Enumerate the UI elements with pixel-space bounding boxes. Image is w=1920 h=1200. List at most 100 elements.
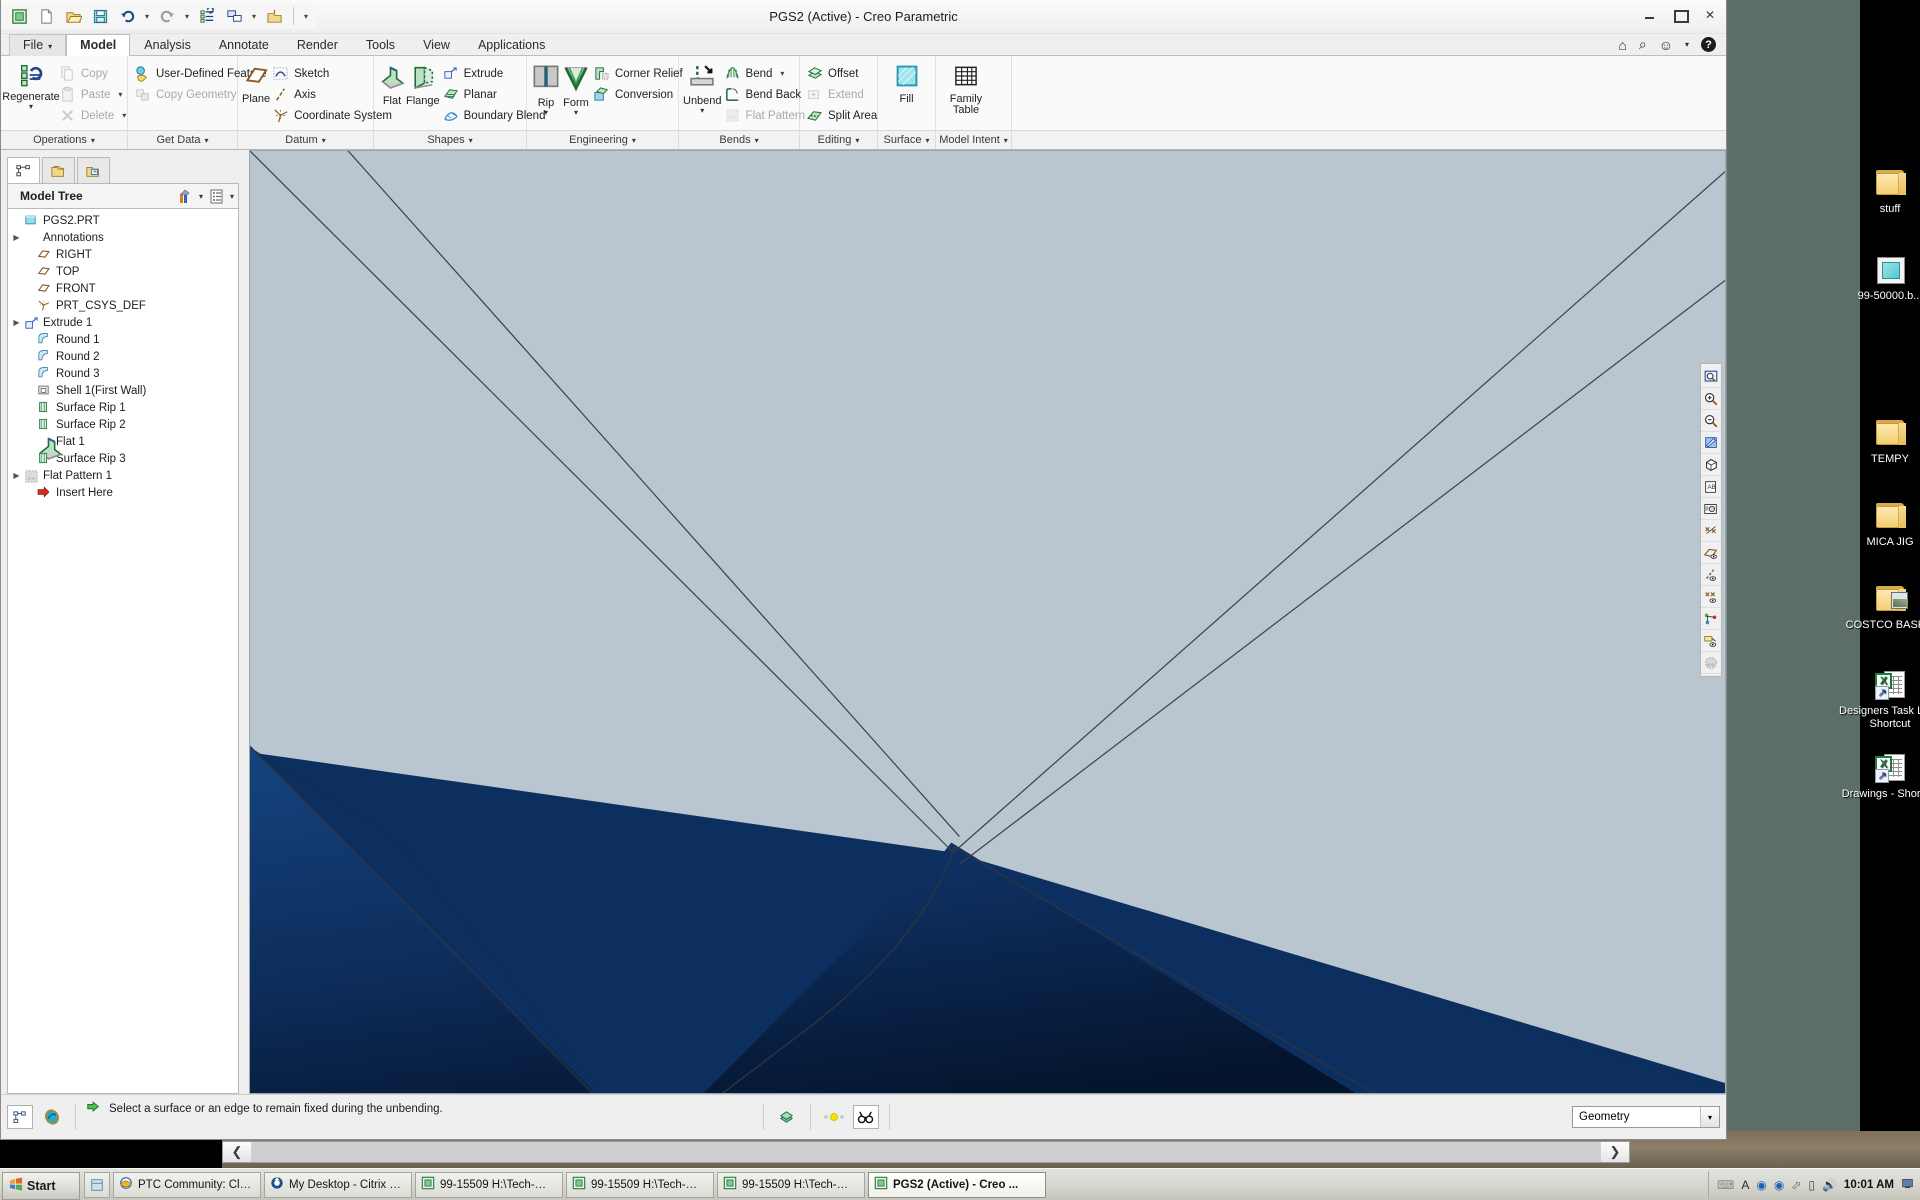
- network-tray-icon[interactable]: ◉: [1774, 1179, 1784, 1191]
- annotation-tag-icon[interactable]: [1701, 630, 1721, 652]
- tree-settings-caret[interactable]: ▾: [230, 192, 234, 201]
- model-tree-toggle-button[interactable]: [7, 1105, 33, 1129]
- show-desktop-icon[interactable]: [84, 1172, 110, 1198]
- zoom-in-icon[interactable]: [1701, 388, 1721, 410]
- desktop-icon-stuff[interactable]: stuff: [1838, 168, 1920, 216]
- csys-display-icon[interactable]: [1701, 608, 1721, 630]
- taskbar-button[interactable]: My Desktop - Citrix onlin...: [264, 1172, 412, 1198]
- taskbar-button[interactable]: 99-15509 H:\Tech-Group...: [717, 1172, 865, 1198]
- tree-item-insert-here[interactable]: Insert Here: [10, 484, 238, 501]
- tree-item-top[interactable]: TOP: [10, 263, 238, 280]
- language-tray-icon[interactable]: A: [1741, 1179, 1749, 1191]
- group-label-editing[interactable]: Editing▾: [800, 131, 878, 149]
- group-label-operations[interactable]: Operations▾: [1, 131, 128, 149]
- volume-tray-icon[interactable]: 🔊: [1822, 1179, 1837, 1191]
- ribbon-item-caret[interactable]: ▾: [122, 111, 126, 120]
- tree-item-front[interactable]: FRONT: [10, 280, 238, 297]
- group-label-caret[interactable]: ▾: [925, 136, 929, 145]
- ribbon-item-corner-relief[interactable]: Corner Relief: [591, 63, 688, 84]
- tree-item-right[interactable]: RIGHT: [10, 246, 238, 263]
- selection-filter-caret[interactable]: ▾: [1700, 1107, 1719, 1127]
- ribbon-tab-model[interactable]: Model: [66, 34, 130, 56]
- tree-filters-icon[interactable]: [177, 188, 194, 205]
- ribbon-tab-tools[interactable]: Tools: [352, 34, 409, 56]
- ribbon-tab-annotate[interactable]: Annotate: [205, 34, 283, 56]
- spin-center-icon[interactable]: [1701, 652, 1721, 674]
- tree-item-annotations[interactable]: ▶Annotations: [10, 229, 238, 246]
- ribbon-button-family-table[interactable]: Family Table: [940, 60, 992, 116]
- tree-filters-caret[interactable]: ▾: [199, 192, 203, 201]
- close-button[interactable]: [1702, 7, 1718, 23]
- tree-item-round-1[interactable]: Round 1: [10, 331, 238, 348]
- ribbon-tab-applications[interactable]: Applications: [464, 34, 559, 56]
- ribbon-button-caret[interactable]: ▾: [700, 107, 704, 115]
- display-style-icon[interactable]: [1701, 454, 1721, 476]
- ribbon-item-caret[interactable]: ▾: [780, 69, 784, 78]
- group-label-model-intent[interactable]: Model Intent▾: [936, 131, 1012, 149]
- taskbar-button[interactable]: PGS2 (Active) - Creo ...: [868, 1172, 1046, 1198]
- point-display-icon[interactable]: [1701, 586, 1721, 608]
- tree-item-flat-pattern-1[interactable]: ▶Flat Pattern 1: [10, 467, 238, 484]
- group-label-caret[interactable]: ▾: [469, 136, 473, 145]
- ribbon-button-regenerate[interactable]: Regenerate▾: [5, 60, 57, 111]
- tree-item-pgs2-prt[interactable]: PGS2.PRT: [10, 212, 238, 229]
- tree-item-flat-1[interactable]: Flat 1: [10, 433, 238, 450]
- maximize-button[interactable]: [1672, 7, 1688, 23]
- tree-item-round-2[interactable]: Round 2: [10, 348, 238, 365]
- repaint-icon[interactable]: [1701, 432, 1721, 454]
- model-tree-tab[interactable]: [7, 157, 40, 183]
- tree-item-surface-rip-2[interactable]: Surface Rip 2: [10, 416, 238, 433]
- tree-item-round-3[interactable]: Round 3: [10, 365, 238, 382]
- tree-item-shell-1-first-wall[interactable]: Shell 1(First Wall): [10, 382, 238, 399]
- group-label-caret[interactable]: ▾: [755, 136, 759, 145]
- desktop-icon-costco-bask[interactable]: COSTCO BASK...: [1838, 584, 1920, 632]
- window-horizontal-scrollbar[interactable]: ❮ ❯: [222, 1141, 1630, 1163]
- tree-item-surface-rip-1[interactable]: Surface Rip 1: [10, 399, 238, 416]
- group-label-caret[interactable]: ▾: [322, 136, 326, 145]
- ribbon-tab-render[interactable]: Render: [283, 34, 352, 56]
- account-icon[interactable]: ☺: [1659, 37, 1673, 53]
- folder-browser-tab[interactable]: [42, 157, 75, 183]
- show-desktop-tray-icon[interactable]: [1901, 1177, 1914, 1193]
- safely-remove-icon[interactable]: ⬀: [1791, 1179, 1801, 1191]
- ribbon-button-fill[interactable]: Fill: [882, 60, 931, 105]
- group-label-caret[interactable]: ▾: [205, 136, 209, 145]
- file-menu-caret[interactable]: ▾: [48, 42, 52, 51]
- ribbon-item-caret[interactable]: ▾: [118, 90, 122, 99]
- search-tool-button[interactable]: [853, 1105, 879, 1129]
- tree-settings-icon[interactable]: [208, 188, 225, 205]
- desktop-icon-designers-task-list-shortcut[interactable]: Designers Task List - Shortcut: [1838, 670, 1920, 731]
- minimize-button[interactable]: [1642, 7, 1658, 23]
- group-label-get-data[interactable]: Get Data▾: [128, 131, 238, 149]
- ribbon-button-caret[interactable]: ▾: [544, 109, 548, 117]
- ribbon-button-caret[interactable]: ▾: [574, 109, 578, 117]
- keyboard-tray-icon[interactable]: ⌨: [1717, 1179, 1734, 1191]
- plane-display-icon[interactable]: [1701, 542, 1721, 564]
- help-icon[interactable]: ?: [1701, 37, 1716, 52]
- ribbon-item-conversion[interactable]: Conversion: [591, 84, 688, 105]
- group-label-caret[interactable]: ▾: [632, 136, 636, 145]
- ribbon-button-flat[interactable]: Flat: [378, 60, 406, 107]
- tree-expander-icon[interactable]: ▶: [10, 471, 23, 480]
- zoom-out-icon[interactable]: [1701, 410, 1721, 432]
- datum-display-icon[interactable]: [1701, 520, 1721, 542]
- tree-item-prt-csys-def[interactable]: PRT_CSYS_DEF: [10, 297, 238, 314]
- tree-expander-icon[interactable]: ▶: [10, 318, 23, 327]
- home-icon[interactable]: ⌂: [1618, 37, 1626, 53]
- scroll-right-arrow[interactable]: ❯: [1601, 1142, 1629, 1162]
- ribbon-button-caret[interactable]: ▾: [29, 103, 33, 111]
- tree-expander-icon[interactable]: ▶: [10, 233, 23, 242]
- group-label-bends[interactable]: Bends▾: [679, 131, 800, 149]
- group-label-datum[interactable]: Datum▾: [238, 131, 374, 149]
- ribbon-button-flange[interactable]: Flange: [406, 60, 440, 107]
- start-button[interactable]: Start: [2, 1172, 80, 1200]
- tree-item-surface-rip-3[interactable]: Surface Rip 3: [10, 450, 238, 467]
- taskbar-button[interactable]: 99-15509 H:\Tech-Group...: [566, 1172, 714, 1198]
- graphics-window[interactable]: AB: [249, 150, 1726, 1094]
- ribbon-tab-view[interactable]: View: [409, 34, 464, 56]
- group-label-engineering[interactable]: Engineering▾: [527, 131, 679, 149]
- scroll-left-arrow[interactable]: ❮: [223, 1142, 251, 1162]
- taskbar-button[interactable]: PTC Community: Closing ...: [113, 1172, 261, 1198]
- tree-item-extrude-1[interactable]: ▶Extrude 1: [10, 314, 238, 331]
- taskbar-button[interactable]: 99-15509 H:\Tech-Group...: [415, 1172, 563, 1198]
